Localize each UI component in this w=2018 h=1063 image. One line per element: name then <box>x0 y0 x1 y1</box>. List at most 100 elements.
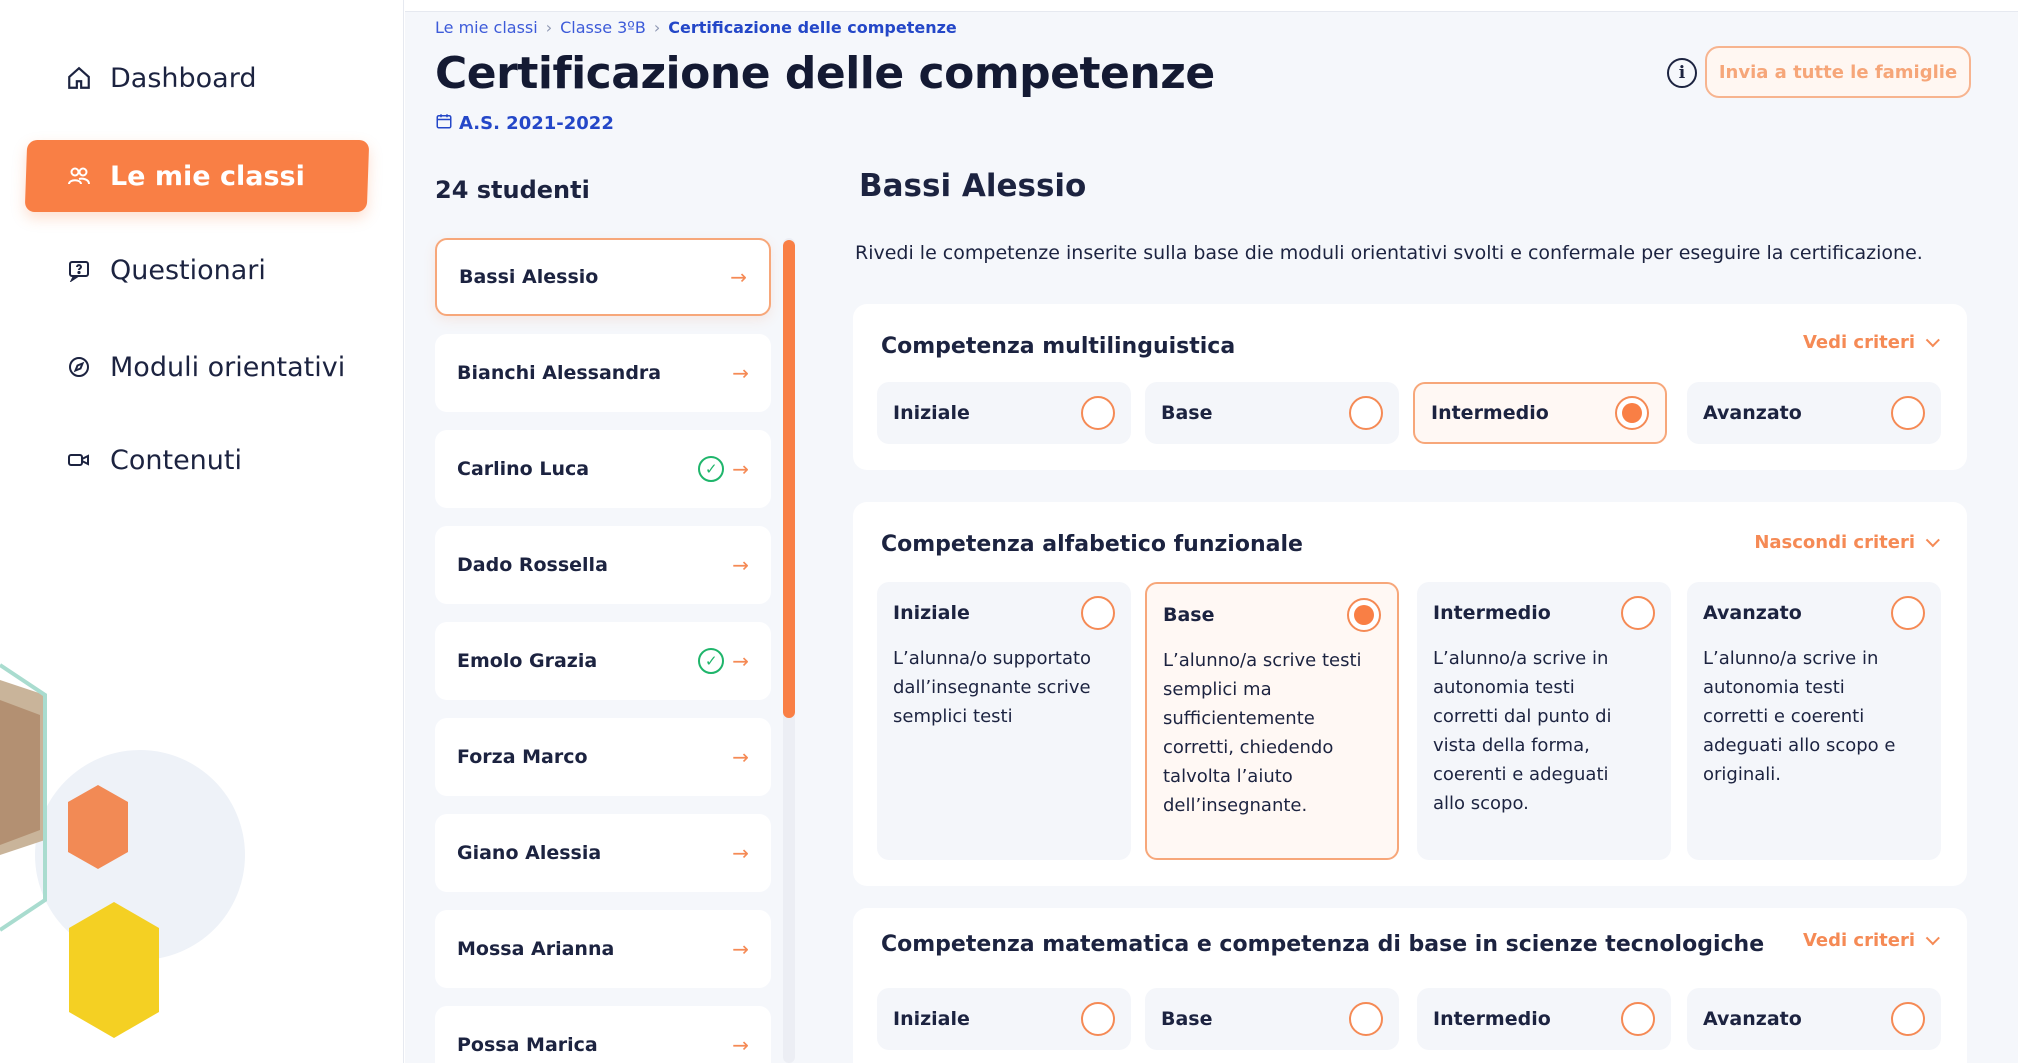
student-card[interactable]: Emolo Grazia ✓ → <box>435 622 771 700</box>
student-card[interactable]: Possa Marica → <box>435 1006 771 1063</box>
toggle-criteria-label: Vedi criteri <box>1802 930 1915 951</box>
student-card[interactable]: Mossa Arianna → <box>435 910 771 988</box>
student-card[interactable]: Giano Alessia → <box>435 814 771 892</box>
nav-item-label: Dashboard <box>110 62 257 94</box>
radio-button[interactable] <box>1891 1002 1925 1036</box>
radio-button[interactable] <box>1621 1002 1655 1036</box>
nav-item-contenuti[interactable]: Contenuti <box>26 424 368 496</box>
radio-button[interactable] <box>1349 1002 1383 1036</box>
check-circle-icon: ✓ <box>698 648 725 674</box>
toggle-criteria-label: Vedi criteri <box>1802 332 1915 353</box>
student-name: Carlino Luca <box>457 458 590 480</box>
chevron-down-icon <box>1925 532 1940 547</box>
arrow-right-icon: → <box>732 361 749 385</box>
student-name: Bianchi Alessandra <box>457 362 662 384</box>
level-option[interactable]: Intermedio L’alunno/a scrive in autonomi… <box>1417 582 1671 860</box>
level-label: Base <box>1161 1008 1213 1030</box>
breadcrumb-separator: › <box>545 18 553 37</box>
toggle-criteria-link[interactable]: Vedi criteri <box>1802 930 1940 951</box>
competence-title: Competenza multilinguistica <box>881 334 1236 359</box>
arrow-right-icon: → <box>730 265 747 289</box>
breadcrumb-link-le-mie-classi[interactable]: Le mie classi <box>435 18 538 37</box>
competence-title: Competenza alfabetico funzionale <box>881 532 1303 557</box>
radio-button[interactable] <box>1621 596 1655 630</box>
arrow-right-icon: → <box>732 553 749 577</box>
level-label: Avanzato <box>1703 1008 1802 1030</box>
level-description: L’alunna/o supportato dall’insegnante sc… <box>893 648 1092 727</box>
calendar-icon <box>435 112 453 135</box>
radio-button-selected[interactable] <box>1347 598 1381 632</box>
student-card[interactable]: Dado Rossella → <box>435 526 771 604</box>
level-option-selected[interactable]: Base L’alunno/a scrive testi semplici ma… <box>1145 582 1399 860</box>
breadcrumb-link-classe[interactable]: Classe 3ºB <box>560 18 646 37</box>
compass-icon <box>64 352 94 382</box>
level-description: L’alunno/a scrive in autonomia testi cor… <box>1433 648 1612 814</box>
nav-item-label: Contenuti <box>110 444 242 476</box>
level-label: Base <box>1161 402 1213 424</box>
level-label: Iniziale <box>893 1008 970 1030</box>
student-name: Dado Rossella <box>457 554 608 576</box>
student-card[interactable]: Forza Marco → <box>435 718 771 796</box>
radio-button[interactable] <box>1349 396 1383 430</box>
arrow-right-icon: → <box>732 649 749 673</box>
student-name: Emolo Grazia <box>457 650 598 672</box>
nav-item-label: Le mie classi <box>110 160 305 192</box>
level-option[interactable]: Base <box>1145 382 1399 444</box>
student-list-scrollbar-thumb[interactable] <box>783 240 795 718</box>
level-option[interactable]: Iniziale <box>877 382 1131 444</box>
level-description: L’alunno/a scrive testi semplici ma suff… <box>1163 650 1362 816</box>
level-label: Avanzato <box>1703 402 1802 424</box>
users-icon <box>64 161 94 191</box>
radio-button[interactable] <box>1081 1002 1115 1036</box>
toggle-criteria-link[interactable]: Vedi criteri <box>1802 332 1940 353</box>
student-name: Mossa Arianna <box>457 938 615 960</box>
student-name: Forza Marco <box>457 746 588 768</box>
breadcrumb-current: Certificazione delle competenze <box>668 18 957 37</box>
level-option[interactable]: Avanzato L’alunno/a scrive in autonomia … <box>1687 582 1941 860</box>
video-icon <box>64 445 94 475</box>
level-option[interactable]: Intermedio <box>1417 988 1671 1050</box>
breadcrumb: Le mie classi › Classe 3ºB › Certificazi… <box>435 18 957 37</box>
nav-item-dashboard[interactable]: Dashboard <box>26 42 368 114</box>
arrow-right-icon: → <box>732 457 749 481</box>
student-card[interactable]: Carlino Luca ✓ → <box>435 430 771 508</box>
level-label: Base <box>1163 604 1215 626</box>
level-option[interactable]: Avanzato <box>1687 382 1941 444</box>
nav-item-le-mie-classi[interactable]: Le mie classi <box>24 140 370 212</box>
level-label: Intermedio <box>1433 1008 1551 1030</box>
school-year: A.S. 2021-2022 <box>435 112 614 135</box>
radio-button[interactable] <box>1081 596 1115 630</box>
level-option[interactable]: Avanzato <box>1687 988 1941 1050</box>
student-card[interactable]: Bianchi Alessandra → <box>435 334 771 412</box>
student-name: Giano Alessia <box>457 842 602 864</box>
radio-button-selected[interactable] <box>1615 396 1649 430</box>
level-option-selected[interactable]: Intermedio <box>1413 382 1667 444</box>
selected-student-name: Bassi Alessio <box>859 168 1087 204</box>
student-name: Possa Marica <box>457 1034 598 1056</box>
questionnaire-icon <box>64 255 94 285</box>
radio-button[interactable] <box>1081 396 1115 430</box>
arrow-right-icon: → <box>732 745 749 769</box>
school-year-label: A.S. 2021-2022 <box>459 113 614 134</box>
level-option[interactable]: Iniziale L’alunna/o supportato dall’inse… <box>877 582 1131 860</box>
top-bar <box>405 0 2018 12</box>
nav-item-moduli-orientativi[interactable]: Moduli orientativi <box>26 331 368 403</box>
level-option[interactable]: Base <box>1145 988 1399 1050</box>
info-icon[interactable]: i <box>1667 58 1697 88</box>
competence-card: Competenza matematica e competenza di ba… <box>853 908 1967 1063</box>
breadcrumb-separator: › <box>653 18 661 37</box>
competence-card: Competenza multilinguistica Vedi criteri… <box>853 304 1967 470</box>
toggle-criteria-link[interactable]: Nascondi criteri <box>1754 532 1940 553</box>
send-to-all-families-button[interactable]: Invia a tutte le famiglie <box>1705 46 1971 98</box>
level-label: Avanzato <box>1703 602 1802 624</box>
decorative-hexagons-illustration <box>0 663 245 1038</box>
nav-item-questionari[interactable]: Questionari <box>26 234 368 306</box>
nav-item-label: Questionari <box>110 254 266 286</box>
arrow-right-icon: → <box>732 841 749 865</box>
radio-button[interactable] <box>1891 596 1925 630</box>
radio-button[interactable] <box>1891 396 1925 430</box>
level-option[interactable]: Iniziale <box>877 988 1131 1050</box>
arrow-right-icon: → <box>732 1033 749 1057</box>
student-card-active[interactable]: Bassi Alessio → <box>435 238 771 316</box>
competence-card: Competenza alfabetico funzionale Nascond… <box>853 502 1967 886</box>
